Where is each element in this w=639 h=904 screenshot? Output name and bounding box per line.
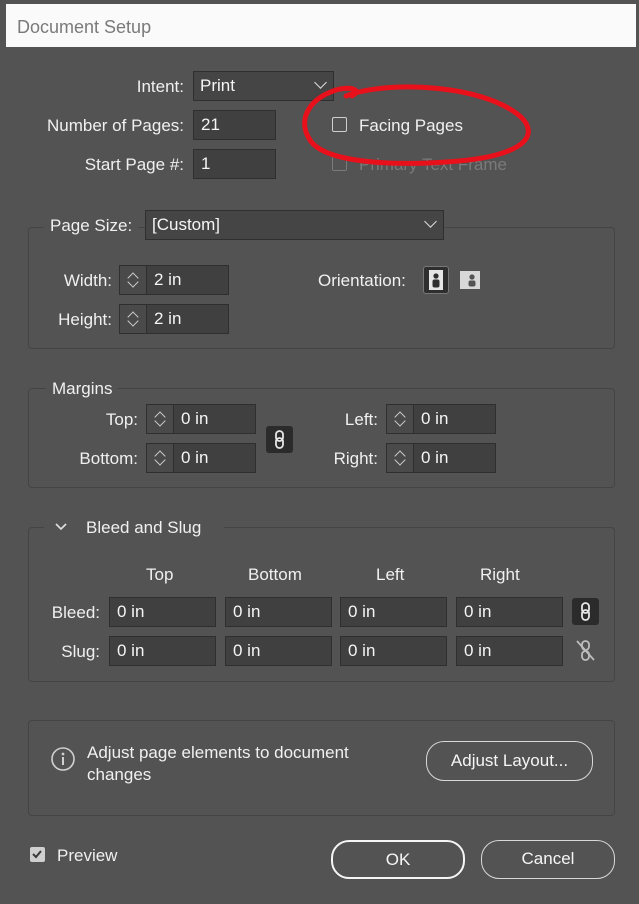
bleed-label: Bleed: [51, 603, 100, 622]
height-label: Height: [58, 310, 112, 329]
bleed-col-bottom: Bottom [248, 565, 302, 584]
landscape-orientation-icon [460, 271, 480, 289]
margin-right-stepper[interactable] [386, 443, 414, 473]
margins-group [28, 388, 615, 488]
margin-right-input[interactable]: 0 in [413, 443, 496, 473]
adjust-info-line1: Adjust page elements to document [87, 743, 349, 762]
height-stepper[interactable] [119, 304, 147, 334]
margin-top-label: Top: [105, 410, 138, 429]
start-page-input[interactable]: 1 [193, 149, 276, 179]
link-icon [581, 602, 590, 621]
cancel-button[interactable]: Cancel [481, 840, 615, 879]
margin-top-stepper[interactable] [146, 404, 174, 434]
preview-label[interactable]: Preview [57, 846, 117, 866]
page-size-select[interactable]: [Custom] [145, 210, 444, 240]
orientation-label: Orientation: [318, 271, 406, 290]
slug-left-input[interactable]: 0 in [340, 636, 447, 666]
margin-bottom-label: Bottom: [79, 449, 138, 468]
margin-bottom-stepper[interactable] [146, 443, 174, 473]
start-page-label: Start Page #: [84, 155, 184, 174]
preview-checkbox[interactable] [30, 847, 45, 862]
bleed-col-left: Left [376, 565, 405, 584]
bleed-left-input[interactable]: 0 in [340, 597, 447, 627]
width-stepper[interactable] [119, 265, 147, 295]
ok-button[interactable]: OK [331, 840, 465, 879]
chevron-down-icon [424, 215, 437, 228]
margins-link-button[interactable] [266, 426, 293, 453]
bleed-slug-title: Bleed and Slug [86, 518, 202, 537]
bleed-col-top: Top [146, 565, 174, 584]
slug-link-button[interactable] [572, 637, 599, 664]
slug-label: Slug: [61, 642, 100, 661]
title-bar: Document Setup [0, 0, 639, 48]
bleed-col-right: Right [480, 565, 520, 584]
bleed-link-button[interactable] [572, 598, 599, 625]
portrait-orientation-icon [429, 270, 443, 290]
intent-label: Intent: [136, 77, 184, 96]
width-input[interactable]: 2 in [146, 265, 229, 295]
intent-value: Print [200, 76, 235, 95]
height-input[interactable]: 2 in [146, 304, 229, 334]
number-of-pages-label: Number of Pages: [46, 116, 184, 135]
info-icon [51, 747, 75, 771]
page-size-label: Page Size: [44, 216, 139, 236]
window-title: Document Setup [17, 17, 152, 37]
checkbox-checked-icon [32, 850, 42, 859]
number-of-pages-input[interactable]: 21 [193, 110, 276, 140]
bleed-top-input[interactable]: 0 in [109, 597, 216, 627]
portrait-orientation-button[interactable] [423, 266, 449, 294]
unlink-icon [576, 640, 595, 661]
margin-left-stepper[interactable] [386, 404, 414, 434]
margin-right-label: Right: [333, 449, 378, 468]
slug-bottom-input[interactable]: 0 in [225, 636, 332, 666]
link-icon [275, 430, 284, 449]
margins-title: Margins [46, 379, 119, 399]
bleed-bottom-input[interactable]: 0 in [225, 597, 332, 627]
title-bar-inner: Document Setup [6, 4, 636, 47]
slug-top-input[interactable]: 0 in [109, 636, 216, 666]
bleed-right-input[interactable]: 0 in [456, 597, 563, 627]
red-annotation-circle [302, 84, 531, 166]
margin-bottom-input[interactable]: 0 in [173, 443, 256, 473]
landscape-orientation-button[interactable] [458, 268, 482, 292]
adjust-layout-button[interactable]: Adjust Layout... [426, 741, 593, 781]
margin-left-label: Left: [344, 410, 378, 429]
page-size-value: [Custom] [152, 215, 221, 234]
bleed-slug-header[interactable]: Bleed and Slug [44, 516, 224, 540]
margin-top-input[interactable]: 0 in [173, 404, 256, 434]
width-label: Width: [63, 271, 112, 290]
slug-right-input[interactable]: 0 in [456, 636, 563, 666]
chevron-down-icon [55, 523, 67, 531]
margin-left-input[interactable]: 0 in [413, 404, 496, 434]
adjust-info-line2: changes [87, 765, 152, 784]
